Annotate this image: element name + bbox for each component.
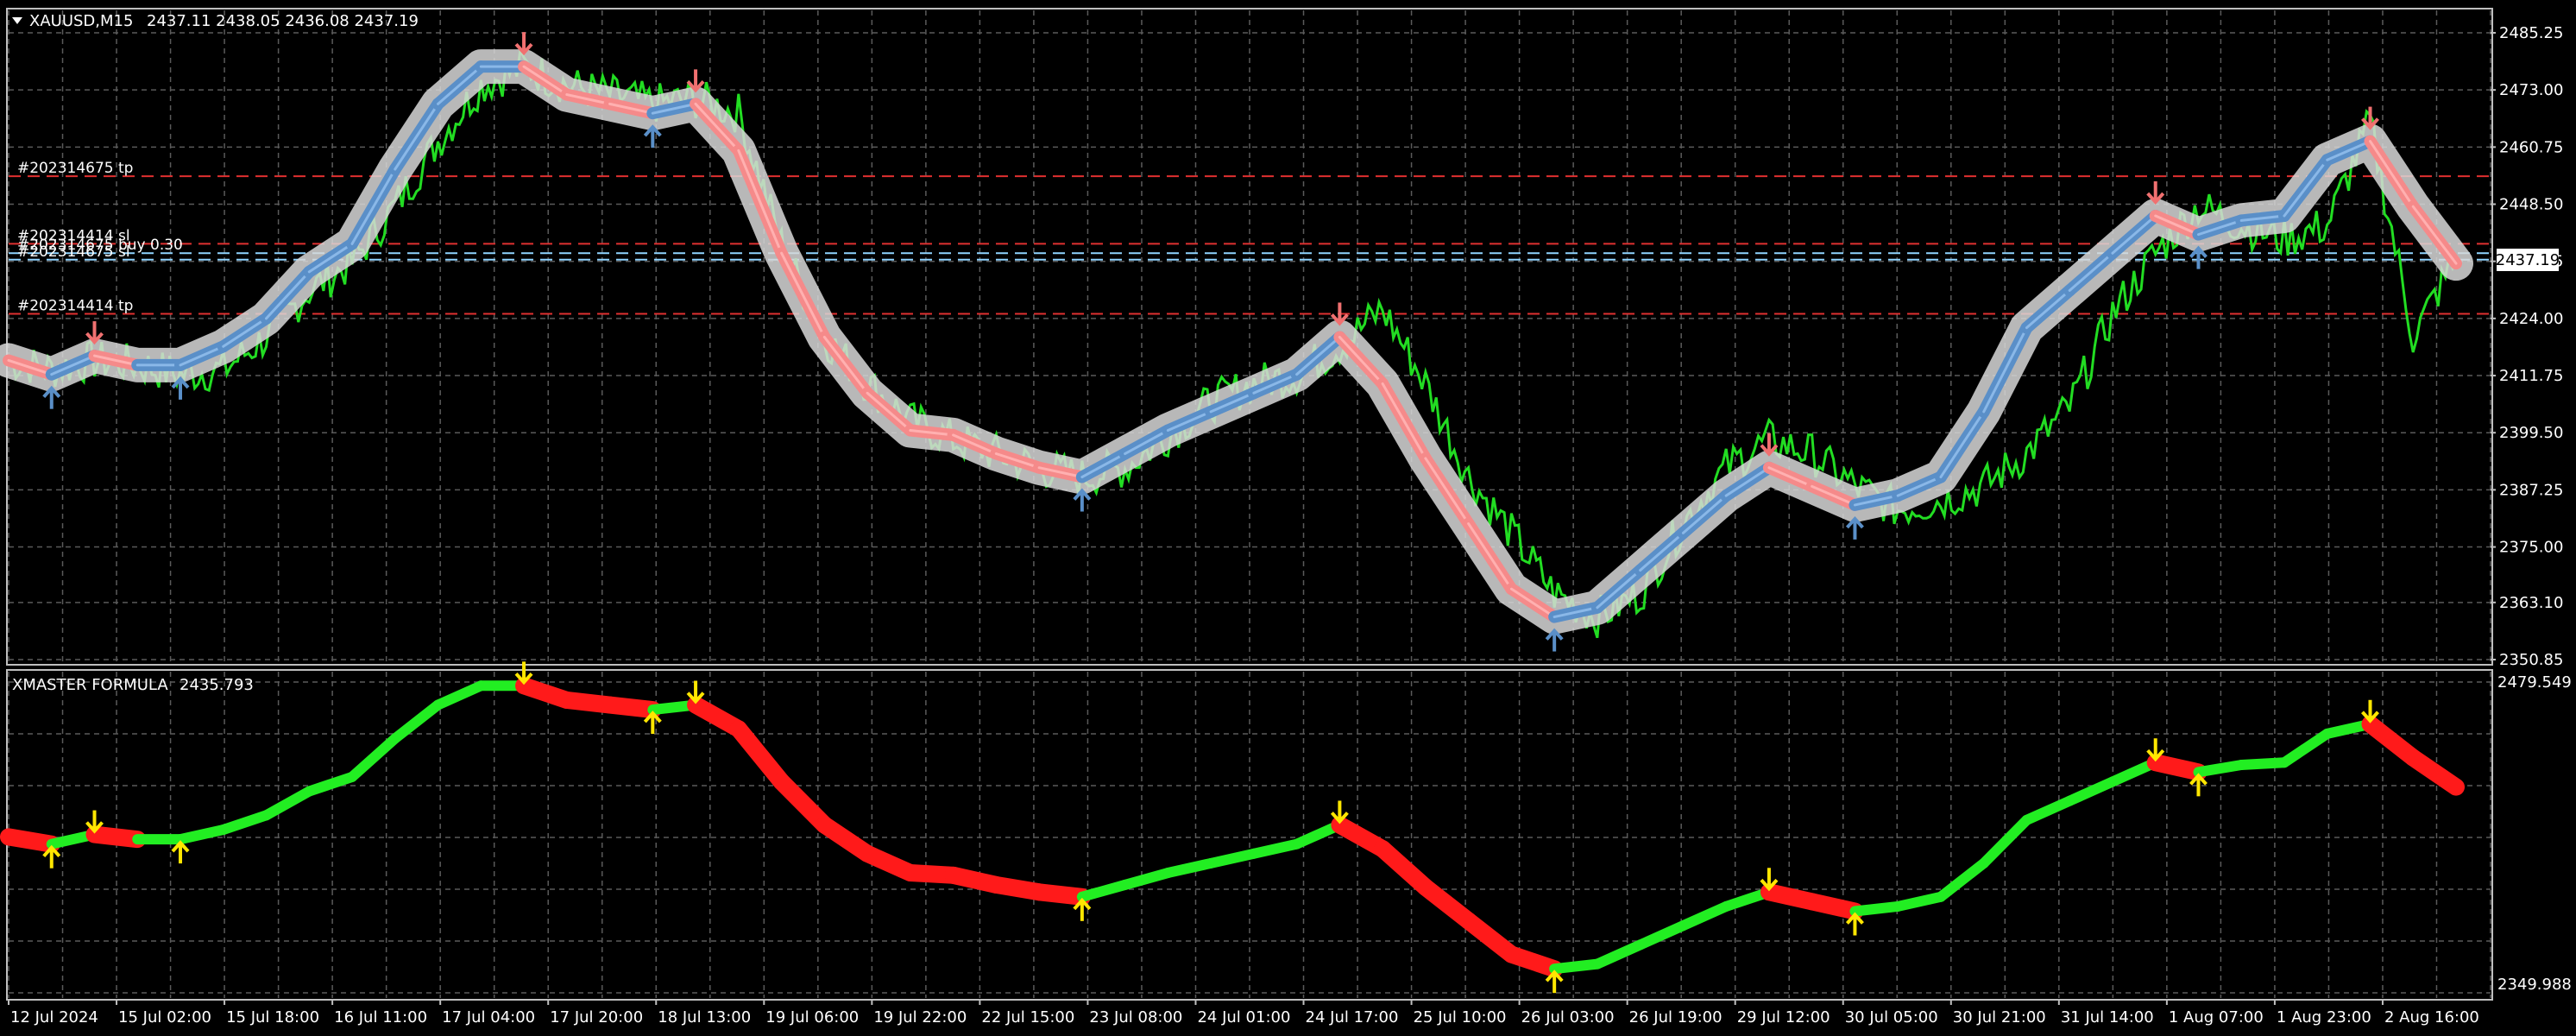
indicator-segment — [1119, 868, 1174, 890]
indicator-segment — [217, 810, 272, 836]
time-tick-label: 24 Jul 01:00 — [1197, 1008, 1290, 1027]
indicator-segment — [1030, 883, 1091, 906]
order-label: #202314414 tp — [17, 297, 133, 314]
time-tick-label: 12 Jul 2024 — [10, 1008, 98, 1027]
indicator-segment — [1248, 838, 1302, 859]
indicator-segment — [85, 825, 147, 849]
price-tick-label: 2350.85 — [2499, 651, 2563, 669]
order-label: #202314675 sl — [17, 243, 130, 261]
time-tick-label: 1 Aug 07:00 — [2169, 1008, 2264, 1027]
price-tick-label: 2473.00 — [2499, 81, 2563, 99]
indicator-segment — [601, 696, 662, 719]
current-price-label: 2437.19 — [2496, 251, 2560, 269]
indicator-segment — [2236, 757, 2289, 770]
indicator-name-label: XMASTER FORMULA — [12, 676, 168, 694]
price-tick-label: 2448.50 — [2499, 196, 2563, 214]
indicator-line — [0, 677, 2465, 978]
price-tick-label: 2363.10 — [2499, 594, 2563, 612]
indicator-segment — [1893, 891, 1946, 912]
time-tick-label: 31 Jul 14:00 — [2061, 1008, 2154, 1027]
indicator-segment — [1678, 900, 1732, 932]
indicator-segment — [1162, 857, 1217, 879]
indicator-segment — [1849, 900, 1904, 917]
time-tick-label: 25 Jul 10:00 — [1414, 1008, 1507, 1027]
time-tick-label: 19 Jul 06:00 — [765, 1008, 859, 1027]
current-price-tag: 2437.19 — [2496, 249, 2560, 271]
indicator-segment — [261, 786, 315, 821]
indicator-segment — [1634, 920, 1689, 951]
main-header: XAUUSD,M15 2437.11 2438.05 2436.08 2437.… — [12, 12, 419, 30]
indicator-panel[interactable]: XMASTER FORMULA 2435.793 2479.549 2349.9… — [0, 661, 2572, 1001]
indicator-segment — [389, 699, 444, 744]
time-tick-label: 15 Jul 18:00 — [226, 1008, 319, 1027]
indicator-segment — [2278, 728, 2333, 768]
time-tick-label: 22 Jul 15:00 — [981, 1008, 1074, 1027]
price-tick-label: 2485.25 — [2499, 24, 2563, 42]
indicator-segment — [1591, 939, 1646, 970]
indicator-segment — [2193, 759, 2247, 778]
price-tick-label: 2387.25 — [2499, 481, 2563, 499]
indicator-segment — [2404, 749, 2465, 796]
time-tick-label: 17 Jul 20:00 — [550, 1008, 643, 1027]
price-tick-label: 2411.75 — [2499, 367, 2563, 385]
indicator-segment — [175, 824, 229, 845]
indicator-segment — [2021, 795, 2075, 825]
order-label: #202314675 tp — [17, 160, 133, 177]
indicator-segment — [1206, 848, 1259, 869]
time-tick-label: 26 Jul 03:00 — [1521, 1008, 1615, 1027]
triangle-down-icon[interactable] — [12, 17, 22, 24]
time-tick-label: 19 Jul 22:00 — [873, 1008, 967, 1027]
indicator-segment — [729, 720, 790, 791]
symbol-label: XAUUSD,M15 — [29, 12, 133, 30]
price-series-line — [8, 45, 2458, 639]
trading-chart-window[interactable]: #202314675 tp #202314414 sl #202314675 buy… — [0, 0, 2576, 1033]
time-tick-label: 30 Jul 05:00 — [1845, 1008, 1938, 1027]
time-tick-label: 16 Jul 11:00 — [334, 1008, 427, 1027]
indicator-axis-top: 2479.549 — [2497, 673, 2572, 692]
time-tick-label: 17 Jul 04:00 — [442, 1008, 535, 1027]
indicator-signal-arrows — [42, 661, 2379, 994]
time-tick-label: 23 Jul 08:00 — [1089, 1008, 1182, 1027]
price-tick-label: 2399.50 — [2499, 424, 2563, 442]
indicator-segment — [1374, 840, 1434, 896]
indicator-segment — [2064, 776, 2118, 806]
indicator-segment — [347, 733, 400, 782]
time-tick-label: 30 Jul 21:00 — [1953, 1008, 2046, 1027]
time-tick-label: 26 Jul 19:00 — [1629, 1008, 1723, 1027]
indicator-segment — [1803, 893, 1864, 920]
ohlc-label: 2437.11 2438.05 2436.08 2437.19 — [147, 12, 419, 30]
indicator-segment — [1935, 857, 1989, 902]
indicator-segment — [1502, 945, 1564, 978]
indicator-segment — [1549, 958, 1603, 975]
chart-canvas[interactable]: #202314675 tp#202314414 sl#202314675 buy… — [0, 0, 2576, 1033]
indicator-axis-bottom: 2349.988 — [2497, 976, 2572, 994]
time-tick-label: 29 Jul 12:00 — [1737, 1008, 1830, 1027]
ma-glow-band — [0, 49, 2473, 635]
price-tick-label: 2424.00 — [2499, 310, 2563, 328]
indicator-value-label: 2435.793 — [180, 676, 254, 694]
price-tick-label: 2460.75 — [2499, 138, 2563, 156]
time-tick-label: 2 Aug 16:00 — [2384, 1008, 2479, 1027]
time-tick-label: 1 Aug 23:00 — [2277, 1008, 2371, 1027]
time-tick-label: 18 Jul 13:00 — [658, 1008, 751, 1027]
time-tick-label: 24 Jul 17:00 — [1306, 1008, 1399, 1027]
indicator-segment — [2146, 754, 2208, 781]
ma-trend-line — [3, 60, 2462, 623]
indicator-segment — [432, 680, 487, 711]
main-price-axis: 2485.252473.002460.752448.502436.252424.… — [2491, 24, 2563, 669]
time-axis: 12 Jul 2024 15 Jul 02:00 15 Jul 18:00 16 Ju… — [8, 1000, 2479, 1027]
price-tick-label: 2375.00 — [2499, 539, 2563, 557]
indicator-segment — [1076, 879, 1131, 902]
time-tick-label: 15 Jul 02:00 — [118, 1008, 211, 1027]
indicator-segment — [304, 771, 358, 797]
main-price-panel[interactable]: #202314675 tp#202314414 sl#202314675 buy… — [0, 8, 2563, 669]
indicator-segment — [0, 828, 60, 853]
